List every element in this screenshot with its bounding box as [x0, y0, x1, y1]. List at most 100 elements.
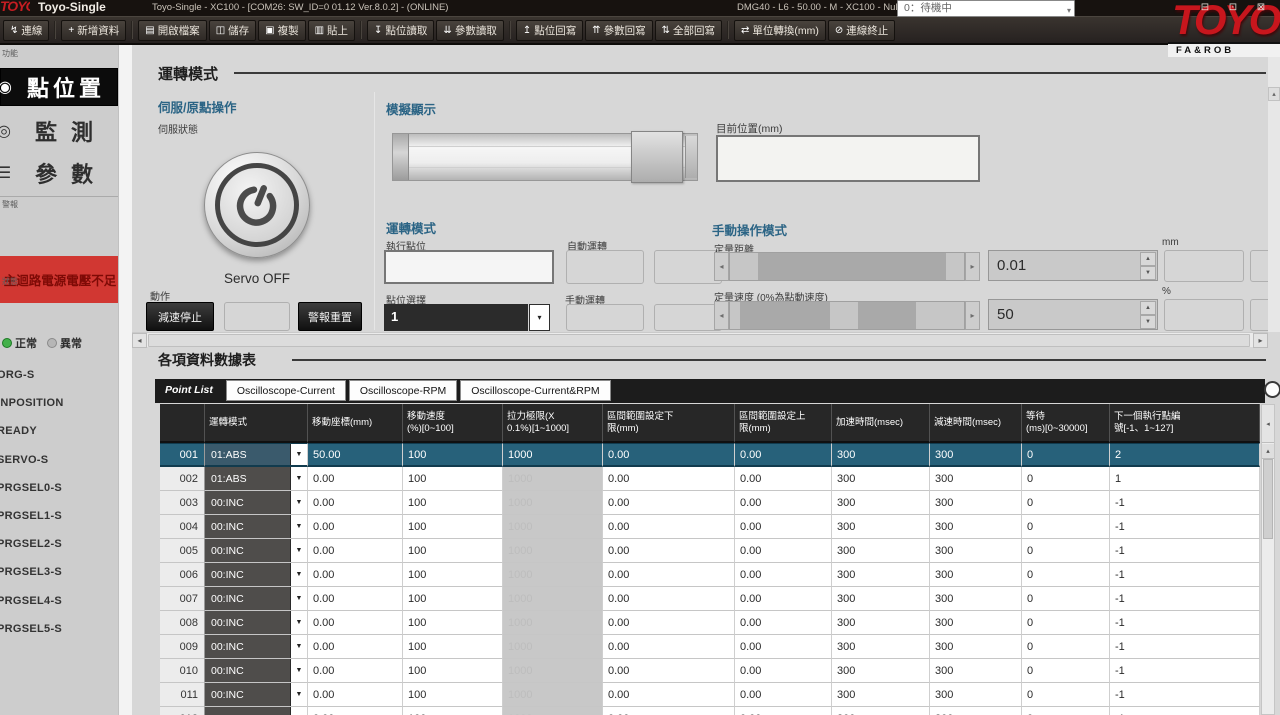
file-new-button[interactable]: +新增資料: [61, 20, 126, 41]
point-write-button[interactable]: ↥點位回寫: [516, 20, 583, 41]
next-point-cell[interactable]: -1: [1110, 587, 1260, 611]
force-limit-cell[interactable]: 1000: [503, 635, 603, 659]
range-upper-cell[interactable]: 0.00: [735, 491, 832, 515]
force-limit-cell[interactable]: 1000: [503, 443, 603, 467]
mode-dropdown-cell[interactable]: 00:INC▼: [205, 491, 308, 515]
maximize-icon[interactable]: ⊡: [1222, 1, 1244, 14]
tab-oscilloscope-current[interactable]: Oscilloscope-Current: [226, 380, 346, 401]
wait-cell[interactable]: 0: [1022, 635, 1110, 659]
distance-slider-handle[interactable]: [758, 253, 946, 280]
coord-cell[interactable]: 0.00: [308, 611, 403, 635]
decel-time-cell[interactable]: 300: [930, 539, 1022, 563]
tab-oscilloscope-rpm[interactable]: Oscilloscope-RPM: [349, 380, 457, 401]
jog-minus-button[interactable]: [1164, 250, 1244, 282]
coord-cell[interactable]: 0.00: [308, 539, 403, 563]
mode-dropdown-cell[interactable]: 00:INC▼: [205, 683, 308, 707]
force-limit-cell[interactable]: 1000: [503, 683, 603, 707]
decel-time-cell[interactable]: 300: [930, 707, 1022, 715]
range-lower-cell[interactable]: 0.00: [603, 539, 735, 563]
wait-cell[interactable]: 0: [1022, 683, 1110, 707]
speed-spinner[interactable]: ▲▼: [1140, 301, 1156, 328]
row-number-cell[interactable]: 001: [160, 443, 205, 467]
tab-oscilloscope-current-rpm[interactable]: Oscilloscope-Current&RPM: [460, 380, 610, 401]
range-lower-cell[interactable]: 0.00: [603, 467, 735, 491]
force-limit-cell[interactable]: 1000: [503, 467, 603, 491]
jog-minus-button-2[interactable]: [1164, 299, 1244, 331]
range-lower-cell[interactable]: 0.00: [603, 659, 735, 683]
force-limit-cell[interactable]: 1000: [503, 539, 603, 563]
row-number-cell[interactable]: 009: [160, 635, 205, 659]
range-lower-cell[interactable]: 0.00: [603, 515, 735, 539]
chevron-down-icon[interactable]: ▼: [290, 563, 307, 586]
mode-dropdown-cell[interactable]: 00:INC▼: [205, 611, 308, 635]
chevron-down-icon[interactable]: ▼: [290, 467, 307, 490]
row-number-cell[interactable]: 012: [160, 707, 205, 715]
mode-dropdown-cell[interactable]: 00:INC▼: [205, 707, 308, 715]
chevron-down-icon[interactable]: ▼: [290, 515, 307, 538]
speed-cell[interactable]: 100: [403, 659, 503, 683]
next-point-cell[interactable]: -1: [1110, 659, 1260, 683]
spinner-up-icon[interactable]: ▲: [1140, 252, 1156, 266]
paste-button[interactable]: ▥貼上: [308, 20, 355, 41]
wait-cell[interactable]: 0: [1022, 443, 1110, 467]
speed-cell[interactable]: 100: [403, 611, 503, 635]
spinner-down-icon[interactable]: ▼: [1140, 315, 1156, 329]
row-number-cell[interactable]: 011: [160, 683, 205, 707]
next-point-cell[interactable]: -1: [1110, 539, 1260, 563]
force-limit-cell[interactable]: 1000: [503, 491, 603, 515]
next-point-cell[interactable]: 1: [1110, 467, 1260, 491]
point-read-button[interactable]: ↧點位讀取: [367, 20, 434, 41]
spinner-down-icon[interactable]: ▼: [1140, 266, 1156, 280]
speed-cell[interactable]: 100: [403, 563, 503, 587]
decel-time-cell[interactable]: 300: [930, 443, 1022, 467]
disconnect-button[interactable]: ⊘連線終止: [828, 20, 895, 41]
chevron-down-icon[interactable]: ▼: [290, 707, 307, 715]
sidebar-item-monitor[interactable]: ◎ 監 測: [0, 111, 118, 151]
row-number-cell[interactable]: 006: [160, 563, 205, 587]
speed-cell[interactable]: 100: [403, 707, 503, 715]
row-number-cell[interactable]: 004: [160, 515, 205, 539]
range-upper-cell[interactable]: 0.00: [735, 659, 832, 683]
table-scrollbar-thumb[interactable]: [1263, 459, 1273, 539]
save-button[interactable]: ◫儲存: [209, 20, 256, 41]
range-lower-cell[interactable]: 0.00: [603, 563, 735, 587]
row-number-cell[interactable]: 010: [160, 659, 205, 683]
speed-cell[interactable]: 100: [403, 515, 503, 539]
wait-cell[interactable]: 0: [1022, 707, 1110, 715]
auto-run-button-2[interactable]: [654, 250, 722, 284]
next-point-cell[interactable]: -1: [1110, 707, 1260, 715]
decel-time-cell[interactable]: 300: [930, 563, 1022, 587]
spinner-up-icon[interactable]: ▲: [1140, 301, 1156, 315]
speed-cell[interactable]: 100: [403, 539, 503, 563]
distance-slider-right-arrow[interactable]: ▸: [965, 252, 980, 281]
accel-time-cell[interactable]: 300: [832, 491, 930, 515]
wait-cell[interactable]: 0: [1022, 611, 1110, 635]
row-number-cell[interactable]: 007: [160, 587, 205, 611]
wait-cell[interactable]: 0: [1022, 659, 1110, 683]
range-upper-cell[interactable]: 0.00: [735, 683, 832, 707]
settings-icon[interactable]: ⊟: [1194, 1, 1216, 14]
row-number-cell[interactable]: 003: [160, 491, 205, 515]
mode-dropdown-cell[interactable]: 01:ABS▼: [205, 443, 308, 467]
mode-dropdown-cell[interactable]: 00:INC▼: [205, 659, 308, 683]
status-combobox[interactable]: 0：待機中 ▾: [897, 0, 1075, 17]
speed-slider[interactable]: [729, 301, 965, 330]
accel-time-cell[interactable]: 300: [832, 467, 930, 491]
coord-cell[interactable]: 0.00: [308, 683, 403, 707]
coord-cell[interactable]: 50.00: [308, 443, 403, 467]
next-point-cell[interactable]: 2: [1110, 443, 1260, 467]
scroll-right-icon[interactable]: ▸: [1253, 333, 1268, 348]
range-upper-cell[interactable]: 0.00: [735, 563, 832, 587]
coord-cell[interactable]: 0.00: [308, 659, 403, 683]
coord-cell[interactable]: 0.00: [308, 515, 403, 539]
sidebar-scrollbar[interactable]: [118, 45, 132, 715]
write-all-button[interactable]: ⇅全部回寫: [655, 20, 722, 41]
speed-cell[interactable]: 100: [403, 443, 503, 467]
next-point-cell[interactable]: -1: [1110, 563, 1260, 587]
range-upper-cell[interactable]: 0.00: [735, 443, 832, 467]
range-lower-cell[interactable]: 0.00: [603, 491, 735, 515]
force-limit-cell[interactable]: 1000: [503, 611, 603, 635]
accel-time-cell[interactable]: 300: [832, 587, 930, 611]
wait-cell[interactable]: 0: [1022, 491, 1110, 515]
decel-time-cell[interactable]: 300: [930, 683, 1022, 707]
